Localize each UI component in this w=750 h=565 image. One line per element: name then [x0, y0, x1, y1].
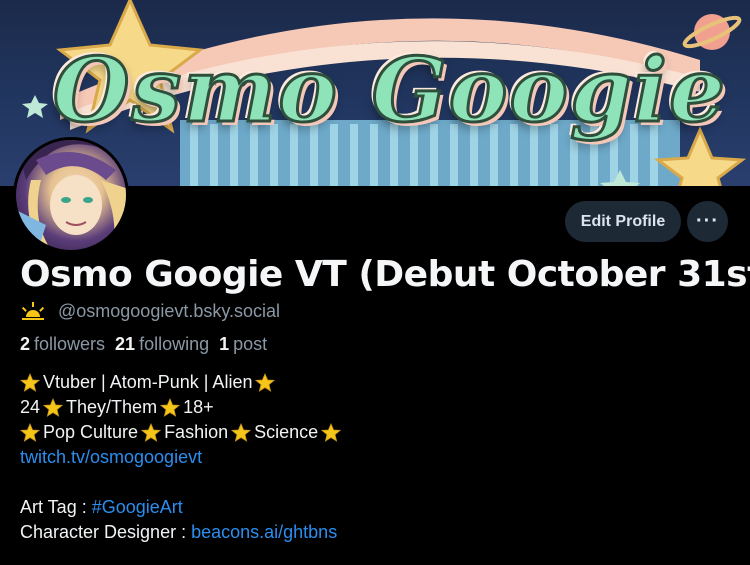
- bio-line-2: 24 They/Them 18+: [20, 395, 344, 420]
- bio-line-3: Pop Culture Fashion Science: [20, 420, 344, 445]
- followers-count: 2: [20, 334, 31, 354]
- bio-text: Fashion: [164, 422, 229, 442]
- profile-stats: 2 followers 21 following 1 post: [20, 334, 267, 355]
- star-icon: [321, 422, 342, 442]
- designer-label: Character Designer :: [20, 522, 192, 542]
- bio-text: Vtuber | Atom-Punk | Alien: [43, 372, 253, 392]
- more-options-icon: ···: [696, 210, 719, 232]
- avatar-art: [16, 140, 126, 250]
- star-icon: [141, 422, 162, 442]
- handle-row: @osmogoogievt.bsky.social: [20, 299, 280, 323]
- star-icon: [255, 372, 276, 392]
- star-icon: [20, 372, 40, 392]
- profile-bio: Vtuber | Atom-Punk | Alien 24 They/Them …: [20, 370, 344, 545]
- following-label: following: [139, 334, 210, 354]
- star-icon: [231, 422, 252, 442]
- posts-count: 1: [219, 334, 230, 354]
- bio-text: They/Them: [66, 397, 158, 417]
- star-icon: [20, 422, 40, 442]
- designer-link[interactable]: beacons.ai/ghtbns: [191, 520, 337, 545]
- avatar[interactable]: [13, 137, 129, 253]
- bio-text: Pop Culture: [43, 422, 139, 442]
- twitch-link[interactable]: twitch.tv/osmogoogievt: [20, 445, 202, 470]
- posts-stat: 1 post: [219, 334, 267, 355]
- bio-line-designer: Character Designer : beacons.ai/ghtbns: [20, 520, 344, 545]
- following-count: 21: [115, 334, 136, 354]
- bio-line-art-tag: Art Tag : #GoogieArt: [20, 495, 344, 520]
- banner-title: Osmo Googie: [51, 37, 728, 144]
- followers-link[interactable]: 2 followers: [20, 334, 105, 355]
- bio-text: Science: [254, 422, 319, 442]
- bio-text: 18+: [183, 397, 214, 417]
- bio-line-4: twitch.tv/osmogoogievt: [20, 445, 344, 470]
- bio-text: 24: [20, 397, 41, 417]
- art-tag-label: Art Tag :: [20, 497, 92, 517]
- edit-profile-button[interactable]: Edit Profile: [565, 201, 681, 242]
- display-name: Osmo Googie VT (Debut October 31st): [20, 254, 750, 295]
- followers-label: followers: [34, 334, 106, 354]
- star-icon: [160, 397, 181, 417]
- posts-label: post: [233, 334, 268, 354]
- more-options-button[interactable]: ···: [687, 201, 728, 242]
- handle[interactable]: @osmogoogievt.bsky.social: [58, 301, 280, 322]
- following-link[interactable]: 21 following: [115, 334, 209, 355]
- art-tag-link[interactable]: #GoogieArt: [92, 495, 183, 520]
- star-icon: [43, 397, 64, 417]
- sun-icon: [21, 302, 45, 320]
- bio-line-1: Vtuber | Atom-Punk | Alien: [20, 370, 344, 395]
